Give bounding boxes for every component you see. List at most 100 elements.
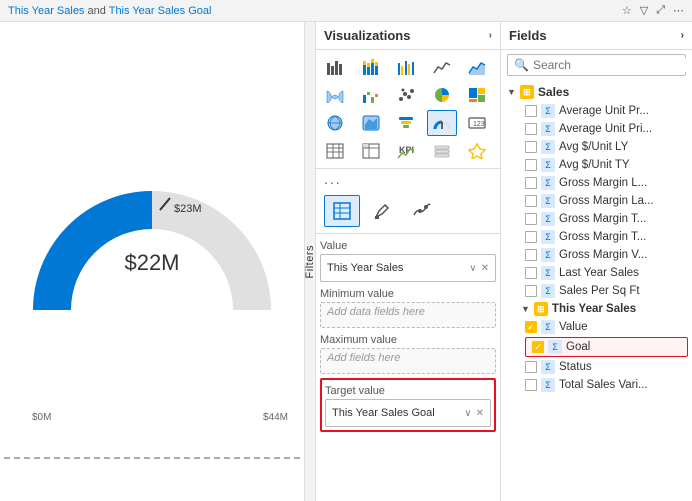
pie-chart-icon[interactable]: [427, 82, 457, 108]
min-well-section: Minimum value Add data fields here: [320, 286, 496, 328]
viz-title: Visualizations: [324, 28, 410, 43]
gm-t2-checkbox[interactable]: [525, 231, 537, 243]
value-well-field[interactable]: This Year Sales ∨ ✕: [320, 254, 496, 282]
remove-field-icon[interactable]: ✕: [481, 263, 489, 274]
target-well-field[interactable]: This Year Sales Goal ∨ ✕: [325, 399, 491, 427]
this-year-sales-group-header[interactable]: ▼ ⊞ This Year Sales: [501, 300, 692, 318]
custom-visual-icon[interactable]: [462, 138, 492, 164]
sigma-icon: Σ: [541, 360, 555, 374]
card-icon[interactable]: 123: [462, 110, 492, 136]
sigma-icon: Σ: [541, 248, 555, 262]
stacked-bar-icon[interactable]: [356, 54, 386, 80]
avg-unit-ly-checkbox[interactable]: [525, 141, 537, 153]
remove-target-field-icon[interactable]: ✕: [476, 408, 484, 419]
fields-header: Fields ›: [501, 22, 692, 50]
sigma-icon: Σ: [541, 140, 555, 154]
main-area: $23M $22M $0M $44M Filters Visualization…: [0, 22, 692, 501]
max-well-drop[interactable]: Add fields here: [320, 348, 496, 374]
clustered-bar-icon[interactable]: [391, 54, 421, 80]
avg-unit-pri-checkbox[interactable]: [525, 123, 537, 135]
area-chart-icon[interactable]: [462, 54, 492, 80]
sales-group-icon: ⊞: [520, 85, 534, 99]
sigma-icon: Σ: [541, 194, 555, 208]
spsf-checkbox[interactable]: [525, 285, 537, 297]
tys-chevron-icon: ▼: [521, 304, 530, 314]
tsv-checkbox[interactable]: [525, 379, 537, 391]
filters-panel[interactable]: Filters: [305, 22, 316, 501]
goal-checkbox[interactable]: ✓: [532, 341, 544, 353]
sigma-icon: Σ: [541, 230, 555, 244]
value-checkbox[interactable]: ✓: [525, 321, 537, 333]
bar-chart-icon[interactable]: [320, 54, 350, 80]
viz-more-btn[interactable]: ...: [316, 169, 500, 189]
matrix-icon[interactable]: [356, 138, 386, 164]
field-avg-unit-ty[interactable]: Σ Avg $/Unit TY: [501, 156, 692, 174]
field-gross-margin-t2[interactable]: Σ Gross Margin T...: [501, 228, 692, 246]
filled-map-icon[interactable]: [356, 110, 386, 136]
fields-collapse-arrow[interactable]: ›: [681, 30, 684, 41]
field-value[interactable]: ✓ Σ Value: [501, 318, 692, 336]
gm-v-checkbox[interactable]: [525, 249, 537, 261]
table-viz-icon[interactable]: [320, 138, 350, 164]
sales-group-header[interactable]: ▼ ⊞ Sales: [501, 82, 692, 102]
field-label: Total Sales Vari...: [559, 379, 686, 391]
ribbon-chart-icon[interactable]: [320, 82, 350, 108]
target-well-label: Target value: [325, 383, 491, 399]
field-gross-margin-v[interactable]: Σ Gross Margin V...: [501, 246, 692, 264]
gm-l-checkbox[interactable]: [525, 177, 537, 189]
value-well-label: Value: [320, 238, 496, 254]
sigma-icon: Σ: [541, 104, 555, 118]
field-sales-per-sq-ft[interactable]: Σ Sales Per Sq Ft: [501, 282, 692, 300]
field-avg-unit-ly[interactable]: Σ Avg $/Unit LY: [501, 138, 692, 156]
funnel-icon[interactable]: [391, 110, 421, 136]
lys-checkbox[interactable]: [525, 267, 537, 279]
avg-unit-ty-checkbox[interactable]: [525, 159, 537, 171]
report-title: This Year Sales and This Year Sales Goal: [8, 5, 211, 17]
treemap-icon[interactable]: [462, 82, 492, 108]
field-last-year-sales[interactable]: Σ Last Year Sales: [501, 264, 692, 282]
field-total-sales-vari[interactable]: Σ Total Sales Vari...: [501, 376, 692, 394]
sales-chevron-icon: ▼: [507, 87, 516, 97]
filter-icon[interactable]: ▽: [640, 4, 648, 17]
field-label: Gross Margin T...: [559, 231, 686, 243]
field-label: Value: [559, 321, 686, 333]
value-well-section: Value This Year Sales ∨ ✕: [320, 238, 496, 282]
more-options-icon[interactable]: ⋯: [673, 4, 684, 17]
field-label: Gross Margin La...: [559, 195, 686, 207]
field-gross-margin-l[interactable]: Σ Gross Margin L...: [501, 174, 692, 192]
gauge-icon[interactable]: [427, 110, 457, 136]
chevron-down-icon[interactable]: ∨: [469, 263, 476, 274]
waterfall-icon[interactable]: [356, 82, 386, 108]
fields-tool-btn[interactable]: [324, 195, 360, 227]
search-input[interactable]: [533, 58, 688, 72]
kpi-icon[interactable]: KPI: [391, 138, 421, 164]
line-chart-icon[interactable]: [427, 54, 457, 80]
slicer-icon[interactable]: [427, 138, 457, 164]
gauge-svg: $23M: [22, 140, 282, 340]
field-average-unit-pri[interactable]: Σ Average Unit Pri...: [501, 120, 692, 138]
field-gross-margin-t1[interactable]: Σ Gross Margin T...: [501, 210, 692, 228]
avg-unit-pr-checkbox[interactable]: [525, 105, 537, 117]
expand-icon[interactable]: ⤢: [656, 4, 665, 17]
map-icon[interactable]: [320, 110, 350, 136]
field-label: Gross Margin L...: [559, 177, 686, 189]
analytics-tool-btn[interactable]: [404, 195, 440, 227]
gm-t1-checkbox[interactable]: [525, 213, 537, 225]
format-tool-btn[interactable]: [364, 195, 400, 227]
field-label: Sales Per Sq Ft: [559, 285, 686, 297]
field-average-unit-pr[interactable]: Σ Average Unit Pr...: [501, 102, 692, 120]
field-status[interactable]: Σ Status: [501, 358, 692, 376]
gm-la-checkbox[interactable]: [525, 195, 537, 207]
sigma-icon: Σ: [548, 340, 562, 354]
viz-collapse-arrow[interactable]: ›: [489, 30, 492, 41]
min-well-drop[interactable]: Add data fields here: [320, 302, 496, 328]
field-gross-margin-la[interactable]: Σ Gross Margin La...: [501, 192, 692, 210]
chart-area: $23M $22M $0M $44M: [0, 22, 305, 501]
search-box[interactable]: 🔍: [507, 54, 686, 76]
field-goal[interactable]: ✓ Σ Goal: [525, 337, 688, 357]
scatter-chart-icon[interactable]: [391, 82, 421, 108]
star-icon[interactable]: ☆: [622, 4, 632, 17]
status-checkbox[interactable]: [525, 361, 537, 373]
chevron-down-icon[interactable]: ∨: [464, 408, 471, 419]
field-label: Average Unit Pr...: [559, 105, 686, 117]
